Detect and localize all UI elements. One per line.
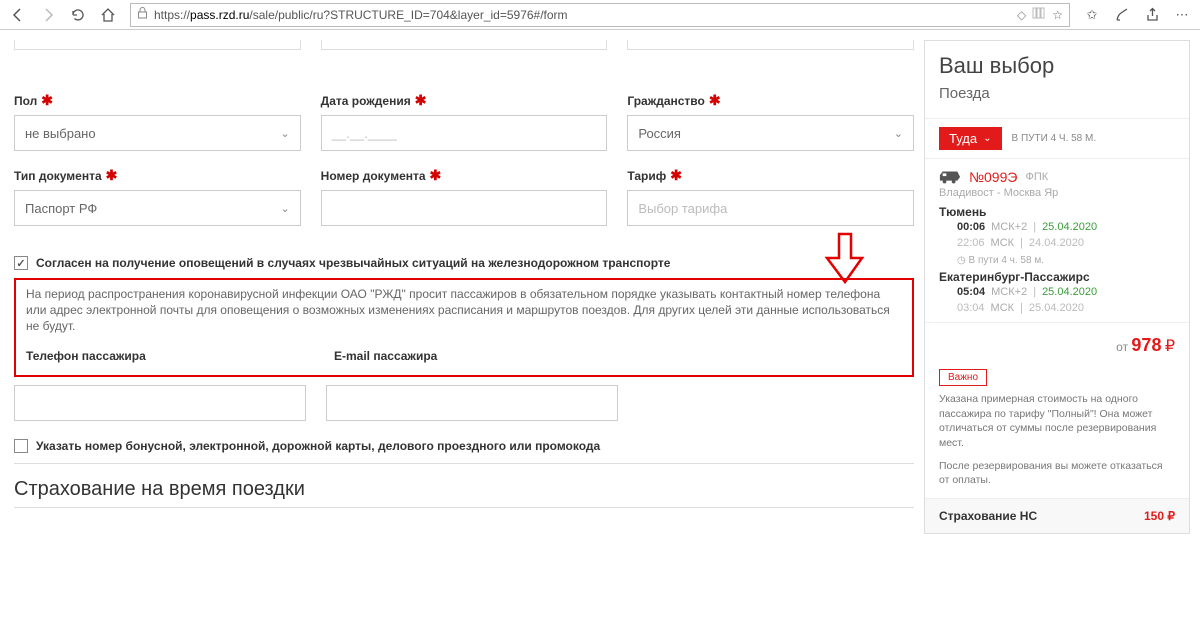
insurance-row[interactable]: Страхование НС 150 ₽ xyxy=(925,498,1189,533)
phone-input[interactable] xyxy=(14,385,306,421)
citizenship-select[interactable]: Россия⌄ xyxy=(627,115,914,151)
chevron-down-icon: ⌄ xyxy=(280,127,289,140)
favorites-icon[interactable]: ✩ xyxy=(1078,2,1106,28)
email-input[interactable] xyxy=(326,385,618,421)
selection-sidebar: Ваш выбор Поезда Туда⌄ В ПУТИ 4 Ч. 58 М.… xyxy=(924,40,1190,534)
consent-label: Согласен на получение оповещений в случа… xyxy=(36,256,670,270)
arrow-down-annotation xyxy=(824,232,866,284)
chevron-down-icon: ⌄ xyxy=(280,202,289,215)
sidebar-subtitle: Поезда xyxy=(939,85,1175,102)
tariff-label: Тариф xyxy=(627,169,666,183)
docnum-input[interactable] xyxy=(321,190,608,226)
home-icon[interactable] xyxy=(94,2,122,28)
doctype-select[interactable]: Паспорт РФ⌄ xyxy=(14,190,301,226)
chevron-down-icon: ⌄ xyxy=(894,127,903,140)
forward-icon[interactable] xyxy=(34,2,62,28)
previous-row-stubs xyxy=(14,40,914,78)
reader-icon[interactable]: ◇ xyxy=(1017,8,1026,22)
train-company: ФПК xyxy=(1025,171,1048,183)
gender-label: Пол xyxy=(14,94,37,108)
share-icon[interactable] xyxy=(1138,2,1166,28)
tariff-select[interactable]: Выбор тарифа xyxy=(627,190,914,226)
main-content: Пол✱ не выбрано⌄ Дата рождения✱ __.__.__… xyxy=(10,30,924,534)
divider xyxy=(14,507,914,508)
star-icon[interactable]: ☆ xyxy=(1052,8,1063,22)
citizenship-label: Гражданство xyxy=(627,94,705,108)
url-bar[interactable]: https://pass.rzd.ru/sale/public/ru?STRUC… xyxy=(130,3,1070,27)
bonus-checkbox[interactable] xyxy=(14,439,28,453)
direction-button[interactable]: Туда⌄ xyxy=(939,127,1002,150)
covid-notice-box: На период распространения коронавирусной… xyxy=(14,278,914,377)
edit-icon[interactable] xyxy=(1108,2,1136,28)
divider xyxy=(14,463,914,464)
doctype-label: Тип документа xyxy=(14,169,102,183)
url-text: https://pass.rzd.ru/sale/public/ru?STRUC… xyxy=(154,8,1011,22)
arrival-city: Екатеринбург-Пассажирс xyxy=(925,270,1189,284)
train-number: №099Э xyxy=(969,169,1017,185)
train-route: Владивост - Москва Яр xyxy=(925,187,1189,205)
browser-toolbar: https://pass.rzd.ru/sale/public/ru?STRUC… xyxy=(0,0,1200,30)
train-icon xyxy=(939,169,961,185)
arr-time-msk: 03:04МСК|25.04.2020 xyxy=(925,300,1189,316)
dep-time-local: 00:06МСК+2|25.04.2020 xyxy=(925,219,1189,235)
important-text-2: После резервирования вы можете отказатьс… xyxy=(939,459,1175,488)
refresh-icon[interactable] xyxy=(64,2,92,28)
price-row: от 978 ₽ xyxy=(925,329,1189,362)
dep-time-msk: 22:06МСК|24.04.2020 xyxy=(925,235,1189,251)
bonus-label: Указать номер бонусной, электронной, дор… xyxy=(36,439,600,453)
birthdate-label: Дата рождения xyxy=(321,94,411,108)
departure-city: Тюмень xyxy=(925,205,1189,219)
phone-label: Телефон пассажира xyxy=(26,349,306,363)
travel-time: В ПУТИ 4 Ч. 58 М. xyxy=(1012,133,1097,144)
sidebar-title: Ваш выбор xyxy=(939,53,1175,79)
travel-between: ◷ В пути 4 ч. 58 м. xyxy=(925,251,1189,270)
more-icon[interactable]: ⋯ xyxy=(1168,2,1196,28)
arr-time-local: 05:04МСК+2|25.04.2020 xyxy=(925,284,1189,300)
back-icon[interactable] xyxy=(4,2,32,28)
lock-icon xyxy=(137,7,148,22)
chevron-down-icon: ⌄ xyxy=(983,133,991,144)
email-label: E-mail пассажира xyxy=(334,349,614,363)
consent-checkbox[interactable] xyxy=(14,256,28,270)
covid-notice-text: На период распространения коронавирусной… xyxy=(26,286,902,335)
insurance-section-title: Страхование на время поездки xyxy=(14,478,914,501)
docnum-label: Номер документа xyxy=(321,169,426,183)
gender-select[interactable]: не выбрано⌄ xyxy=(14,115,301,151)
library-icon[interactable] xyxy=(1032,6,1046,23)
birthdate-input[interactable]: __.__.____ xyxy=(321,115,608,151)
important-text-1: Указана примерная стоимость на одного па… xyxy=(939,392,1175,451)
important-tag: Важно xyxy=(939,369,987,386)
